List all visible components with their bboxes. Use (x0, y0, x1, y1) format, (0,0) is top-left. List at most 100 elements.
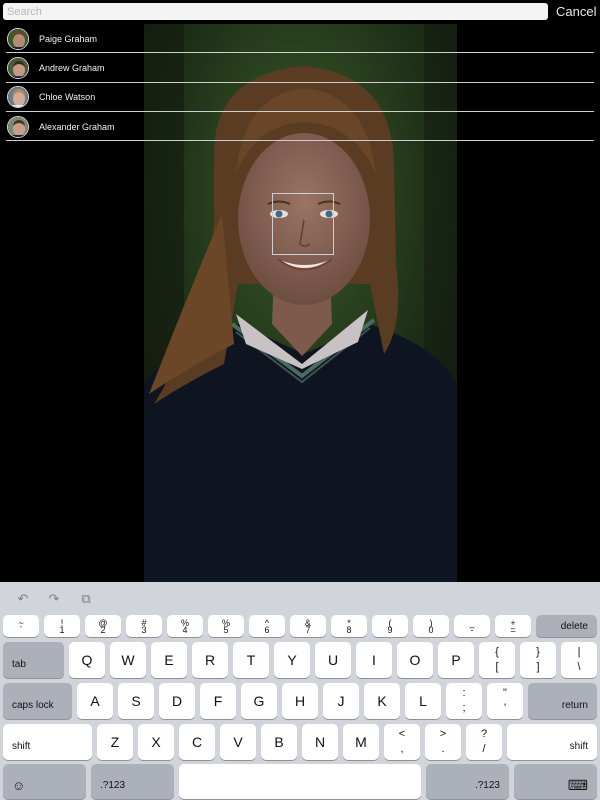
key-backslash[interactable]: | \ (561, 642, 597, 678)
key-1[interactable]: ! 1 (44, 615, 80, 637)
key-char: L (419, 693, 427, 709)
key-char: P (451, 652, 461, 668)
key-char: X (151, 734, 161, 750)
key-y[interactable]: Y (274, 642, 310, 678)
key-f[interactable]: F (200, 683, 236, 719)
caps-lock-key[interactable]: caps lock (3, 683, 72, 719)
key-b[interactable]: B (261, 724, 297, 760)
key-char: A (90, 693, 100, 709)
key-char: G (253, 693, 265, 709)
key-char: W (121, 652, 135, 668)
key-t[interactable]: T (233, 642, 269, 678)
key-quote[interactable]: " ' (487, 683, 523, 719)
key-period[interactable]: >. (425, 724, 461, 760)
key-m[interactable]: M (343, 724, 379, 760)
key-5[interactable]: % 5 (208, 615, 244, 637)
key-o[interactable]: O (397, 642, 433, 678)
search-bar: Cancel (0, 0, 600, 24)
space-bar[interactable] (179, 764, 421, 799)
key-4[interactable]: % 4 (167, 615, 203, 637)
key-char: M (355, 734, 367, 750)
key-0[interactable]: ) 0 (413, 615, 449, 637)
key-l[interactable]: L (405, 683, 441, 719)
key-char: N (314, 734, 326, 750)
key-v[interactable]: V (220, 724, 256, 760)
key-char: ] (536, 661, 540, 673)
return-key[interactable]: return (528, 683, 597, 719)
suggestion-item[interactable]: Paige Graham (0, 24, 600, 54)
key-char: 7 (305, 625, 311, 635)
key-left-brace[interactable]: {[ (479, 642, 515, 678)
key-a[interactable]: A (77, 683, 113, 719)
key-char: 9 (387, 625, 393, 635)
shift-label: shift (569, 741, 588, 752)
key-char: B (274, 734, 284, 750)
redo-icon[interactable]: ↷ (44, 591, 64, 607)
delete-key[interactable]: delete (536, 615, 597, 637)
key-char: 5 (223, 625, 229, 635)
key-char: = (510, 625, 516, 635)
search-input[interactable] (3, 3, 548, 20)
key-char: R (204, 652, 216, 668)
key-c[interactable]: C (179, 724, 215, 760)
key-u[interactable]: U (315, 642, 351, 678)
shift-label: shift (12, 741, 31, 752)
key-char: H (294, 693, 306, 709)
key-p[interactable]: P (438, 642, 474, 678)
key-8[interactable]: * 8 (331, 615, 367, 637)
key-char: 6 (264, 625, 270, 635)
key-char: I (372, 652, 376, 668)
undo-icon[interactable]: ↶ (13, 591, 33, 607)
key-7[interactable]: & 7 (290, 615, 326, 637)
hide-keyboard-key[interactable]: ⌨ (514, 764, 597, 799)
suggestion-item[interactable]: Andrew Graham (0, 53, 600, 83)
key-char: Q (81, 652, 93, 668)
key-char: 4 (182, 625, 188, 635)
suggestion-item[interactable]: Chloe Watson (0, 83, 600, 113)
key-shift-char: < (398, 728, 406, 740)
tab-key[interactable]: tab (3, 642, 64, 678)
key-comma[interactable]: <, (384, 724, 420, 760)
key-2[interactable]: @2 (85, 615, 121, 637)
paste-icon[interactable]: ⧉ (76, 591, 96, 607)
face-detection-box[interactable] (272, 193, 334, 255)
key-e[interactable]: E (151, 642, 187, 678)
key-k[interactable]: K (364, 683, 400, 719)
key-j[interactable]: J (323, 683, 359, 719)
key-minus[interactable]: _ - (454, 615, 490, 637)
key-backtick[interactable]: ~ ` (3, 615, 39, 637)
key-g[interactable]: G (241, 683, 277, 719)
key-slash[interactable]: ? / (466, 724, 502, 760)
shift-key-right[interactable]: shift (507, 724, 597, 760)
key-6[interactable]: ^ 6 (249, 615, 285, 637)
key-h[interactable]: H (282, 683, 318, 719)
key-z[interactable]: Z (97, 724, 133, 760)
key-q[interactable]: Q (69, 642, 105, 678)
key-char: / (482, 743, 486, 755)
key-r[interactable]: R (192, 642, 228, 678)
key-9[interactable]: (9 (372, 615, 408, 637)
shift-key-left[interactable]: shift (3, 724, 92, 760)
suggestion-item[interactable]: Alexander Graham (0, 112, 600, 142)
key-x[interactable]: X (138, 724, 174, 760)
key-shift-char: | (577, 646, 581, 658)
key-d[interactable]: D (159, 683, 195, 719)
key-n[interactable]: N (302, 724, 338, 760)
onscreen-keyboard: ↶ ↷ ⧉ ~ ` ! 1 @2 #3 % 4 % 5 ^ 6 & 7 * 8 (9 ) 0 _… (0, 582, 600, 800)
key-equals[interactable]: + = (495, 615, 531, 637)
return-label: return (561, 700, 588, 711)
key-w[interactable]: W (110, 642, 146, 678)
emoji-key[interactable]: ☺ (3, 764, 86, 799)
key-semicolon[interactable]: :; (446, 683, 482, 719)
key-char: 1 (59, 625, 65, 635)
key-right-brace[interactable]: }] (520, 642, 556, 678)
key-3[interactable]: #3 (126, 615, 162, 637)
cancel-button[interactable]: Cancel (552, 3, 598, 20)
numbers-label: .?123 (100, 780, 126, 791)
numbers-key-right[interactable]: .?123 (426, 764, 509, 799)
key-i[interactable]: I (356, 642, 392, 678)
key-s[interactable]: S (118, 683, 154, 719)
suggestion-name: Chloe Watson (39, 92, 96, 103)
key-char: J (337, 693, 345, 709)
numbers-key-left[interactable]: .?123 (91, 764, 174, 799)
